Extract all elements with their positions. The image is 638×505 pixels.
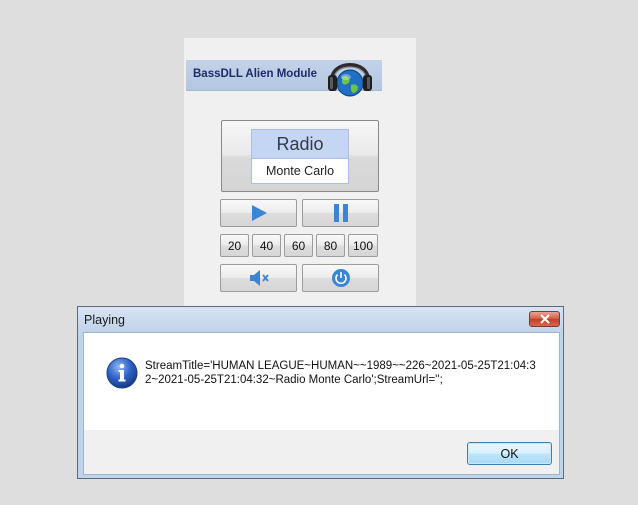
pause-button[interactable]: [302, 199, 379, 227]
volume-80-label: 80: [323, 238, 338, 253]
app-window: BassDLL Alien Module Radio Monte Carlo 2…: [184, 38, 416, 313]
display-station-label: Monte Carlo: [251, 158, 349, 184]
dialog-message: StreamTitle='HUMAN LEAGUE~HUMAN~~1989~~2…: [145, 360, 536, 387]
mute-speaker-icon: [249, 270, 269, 286]
headphones-globe-icon: [328, 63, 372, 97]
volume-40-label: 40: [259, 238, 274, 253]
ok-button-label: OK: [500, 446, 519, 461]
volume-100-label: 100: [352, 238, 374, 253]
playing-dialog: Playing StreamTitle='HUMAN LEAGUE~HUMAN~…: [77, 306, 564, 479]
volume-100-button[interactable]: 100: [348, 234, 378, 257]
volume-60-label: 60: [291, 238, 306, 253]
dialog-client: StreamTitle='HUMAN LEAGUE~HUMAN~~1989~~2…: [83, 332, 560, 475]
close-icon: [539, 314, 550, 324]
volume-80-button[interactable]: 80: [316, 234, 345, 257]
station-display: Radio Monte Carlo: [221, 120, 379, 192]
app-banner: BassDLL Alien Module: [186, 60, 382, 97]
volume-40-button[interactable]: 40: [252, 234, 281, 257]
play-button[interactable]: [220, 199, 297, 227]
ok-button[interactable]: OK: [467, 442, 552, 465]
volume-20-button[interactable]: 20: [220, 234, 249, 257]
display-mode-label: Radio: [251, 129, 349, 158]
power-icon: [331, 269, 350, 287]
dialog-content: StreamTitle='HUMAN LEAGUE~HUMAN~~1989~~2…: [84, 333, 559, 430]
mute-button[interactable]: [220, 264, 297, 292]
volume-60-button[interactable]: 60: [284, 234, 313, 257]
dialog-title: Playing: [84, 313, 125, 327]
dialog-titlebar[interactable]: Playing: [78, 307, 563, 332]
power-button[interactable]: [302, 264, 379, 292]
play-icon: [251, 205, 267, 221]
app-title: BassDLL Alien Module: [193, 68, 317, 80]
pause-icon: [333, 204, 348, 222]
volume-20-label: 20: [227, 238, 242, 253]
dialog-close-button[interactable]: [529, 311, 560, 327]
information-icon: [106, 357, 138, 389]
